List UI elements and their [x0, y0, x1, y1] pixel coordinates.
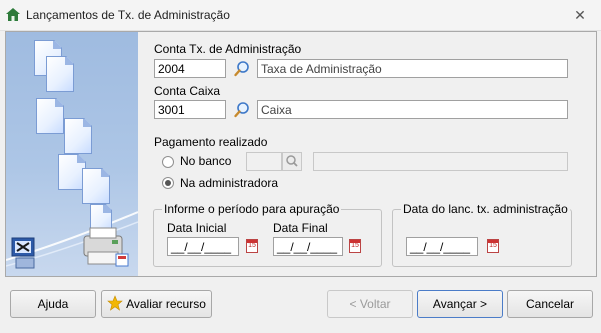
help-button[interactable]: Ajuda — [10, 290, 96, 318]
calendar-icon[interactable]: 15 — [487, 239, 499, 253]
periodo-group: Informe o período para apuração Data Ini… — [153, 202, 382, 267]
window-title: Lançamentos de Tx. de Administração — [26, 8, 230, 22]
document-icon — [36, 98, 64, 134]
search-icon[interactable] — [233, 60, 251, 78]
data-inicial-input[interactable]: __/__/____ — [167, 237, 239, 256]
document-icon — [58, 154, 86, 190]
bank-name-field — [313, 152, 568, 171]
conta-tx-code-input[interactable]: 2004 — [154, 59, 226, 78]
conta-tx-description: Taxa de Administração — [257, 59, 568, 78]
periodo-legend: Informe o período para apuração — [162, 202, 342, 216]
document-icon — [46, 56, 74, 92]
document-icon — [82, 168, 110, 204]
next-button-label: Avançar > — [432, 297, 488, 311]
cancel-button-label: Cancelar — [525, 297, 575, 311]
printer-icon — [83, 227, 129, 267]
radio-no-banco[interactable] — [162, 156, 174, 168]
data-inicial-label: Data Inicial — [167, 221, 227, 235]
help-button-label: Ajuda — [37, 297, 69, 311]
side-illustration — [6, 32, 138, 276]
calendar-icon[interactable]: 15 — [349, 239, 361, 253]
pagamento-label: Pagamento realizado — [154, 135, 268, 149]
conta-caixa-label: Conta Caixa — [154, 84, 221, 98]
radio-no-banco-label[interactable]: No banco — [180, 154, 231, 168]
lancamento-legend: Data do lanc. tx. administração — [401, 202, 570, 216]
star-icon — [107, 295, 123, 311]
search-icon[interactable] — [233, 101, 251, 119]
document-icon — [64, 118, 92, 154]
bank-code-input[interactable] — [246, 152, 282, 171]
back-button[interactable]: < Voltar — [327, 290, 413, 318]
cancel-button[interactable]: Cancelar — [507, 290, 593, 318]
conta-caixa-description: Caixa — [257, 100, 568, 119]
calendar-icon[interactable]: 15 — [246, 239, 258, 253]
close-icon: ✕ — [574, 7, 586, 23]
data-final-input[interactable]: __/__/____ — [273, 237, 343, 256]
lancamento-group: Data do lanc. tx. administração __/__/__… — [392, 202, 572, 267]
conta-tx-label: Conta Tx. de Administração — [154, 42, 302, 56]
radio-na-administradora[interactable] — [162, 177, 174, 189]
rate-feature-button[interactable]: Avaliar recurso — [101, 290, 212, 318]
computer-icon — [11, 237, 35, 269]
conta-caixa-code-input[interactable]: 3001 — [154, 100, 226, 119]
bank-search-button[interactable] — [282, 152, 302, 171]
data-lancamento-input[interactable]: __/__/____ — [406, 237, 478, 256]
search-icon — [286, 155, 298, 167]
rate-feature-label: Avaliar recurso — [126, 297, 206, 311]
title-bar: Lançamentos de Tx. de Administração ✕ — [0, 0, 601, 31]
house-icon — [6, 8, 20, 21]
close-button[interactable]: ✕ — [567, 5, 593, 25]
back-button-label: < Voltar — [349, 297, 391, 311]
next-button[interactable]: Avançar > — [417, 290, 503, 318]
data-final-label: Data Final — [273, 221, 328, 235]
wizard-frame: Conta Tx. de Administração 2004 Taxa de … — [5, 31, 597, 277]
radio-na-administradora-label[interactable]: Na administradora — [180, 176, 278, 190]
